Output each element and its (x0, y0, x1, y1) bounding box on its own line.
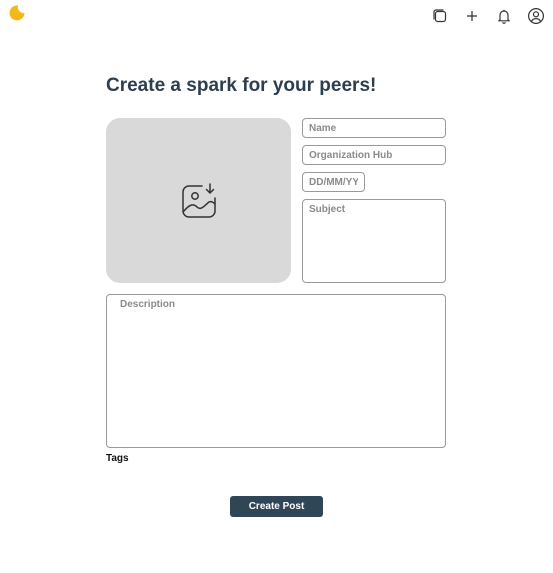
description-field[interactable] (106, 294, 446, 448)
subject-field[interactable] (302, 199, 446, 283)
plus-icon[interactable] (463, 7, 481, 25)
image-upload-area[interactable] (106, 118, 291, 283)
organization-hub-field[interactable] (302, 145, 446, 165)
date-field[interactable] (302, 172, 365, 192)
create-post-button[interactable]: Create Post (230, 496, 323, 517)
moon-logo-icon[interactable] (8, 4, 26, 22)
page-title: Create a spark for your peers! (106, 75, 377, 96)
bell-icon[interactable] (495, 7, 513, 25)
layers-icon[interactable] (431, 7, 449, 25)
image-download-icon (181, 182, 216, 218)
name-field[interactable] (302, 118, 446, 138)
topbar-actions (431, 6, 545, 26)
user-circle-icon[interactable] (527, 7, 545, 25)
tags-label: Tags (106, 453, 129, 464)
